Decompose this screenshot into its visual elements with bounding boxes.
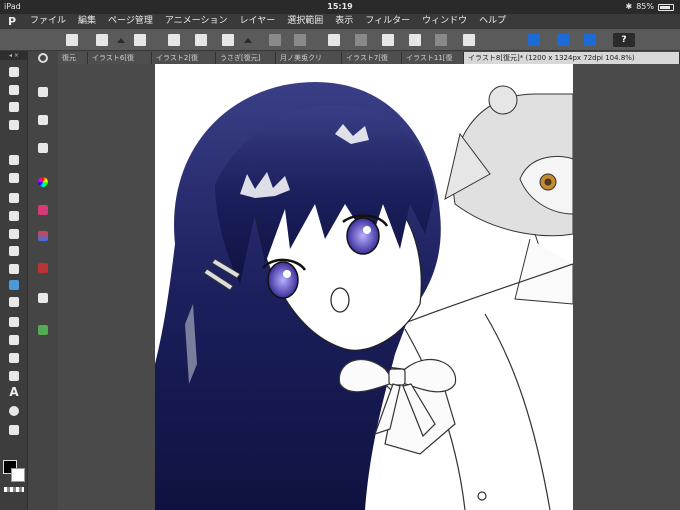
fill-tool-icon[interactable] (7, 295, 21, 309)
zoom-tool-icon[interactable] (7, 65, 21, 79)
correct-line-tool-icon[interactable] (7, 423, 21, 437)
eyedropper-tool-icon[interactable] (7, 153, 21, 167)
move-tool-icon[interactable] (7, 100, 21, 114)
hand-tool-icon[interactable] (7, 83, 21, 97)
sub-color-swatch[interactable] (11, 468, 25, 482)
tab-restored[interactable]: 復元 (58, 52, 88, 64)
clear-icon[interactable] (353, 32, 369, 48)
frame-tool-icon[interactable] (7, 351, 21, 365)
menu-animation[interactable]: アニメーション (159, 14, 234, 29)
menu-layer[interactable]: レイヤー (234, 14, 282, 29)
undo-icon[interactable] (267, 32, 283, 48)
brush-tool-icon[interactable] (7, 209, 21, 223)
menu-filter[interactable]: フィルター (359, 14, 416, 29)
tool-palette: ◂ × A (0, 51, 58, 510)
layout-icon[interactable] (64, 32, 80, 48)
menu-bar: P ファイル 編集 ページ管理 アニメーション レイヤー 選択範囲 表示 フィル… (0, 14, 680, 29)
menu-selection[interactable]: 選択範囲 (281, 14, 329, 29)
pen-tool-icon[interactable] (7, 171, 21, 185)
menu-edit[interactable]: 編集 (72, 14, 102, 29)
layer-search-icon[interactable] (36, 323, 50, 337)
bluetooth-icon: ✱ (625, 2, 633, 11)
color-set-icon[interactable] (36, 203, 50, 217)
menu-window[interactable]: ウィンドウ (416, 14, 473, 29)
menu-view[interactable]: 表示 (329, 14, 359, 29)
tab-illust7[interactable]: イラスト7[復 (342, 52, 402, 64)
text-tool-icon[interactable]: A (7, 385, 21, 399)
navigator-icon[interactable] (36, 51, 50, 65)
artwork (155, 82, 573, 510)
crop-icon[interactable] (461, 32, 477, 48)
camera-icon[interactable] (94, 32, 110, 48)
transform-icon[interactable] (407, 32, 423, 48)
battery-percent: 85% (636, 2, 654, 11)
command-bar: ? (0, 29, 680, 51)
color-wheel-icon[interactable] (36, 175, 50, 189)
tab-illust11[interactable]: イラスト11[復 (402, 52, 464, 64)
brush-settings-icon[interactable] (582, 32, 598, 48)
gradient-tool-icon[interactable] (7, 315, 21, 329)
open-file-icon[interactable] (193, 32, 209, 48)
deselect-icon[interactable] (433, 32, 449, 48)
transparent-color-swatch[interactable] (4, 487, 24, 492)
pen-pressure-icon[interactable] (526, 32, 542, 48)
menu-help[interactable]: ヘルプ (473, 14, 512, 29)
quick-access-icon[interactable] (132, 32, 148, 48)
drawing-canvas[interactable] (155, 64, 573, 510)
figure-tool-icon[interactable] (7, 333, 21, 347)
arrow-up-down-icon-2[interactable] (240, 32, 256, 48)
airbrush-tool-icon[interactable] (7, 227, 21, 241)
status-time: 15:19 (327, 2, 353, 11)
tab-illust2[interactable]: イラスト2[復 (152, 52, 216, 64)
ruler-tool-icon[interactable] (7, 369, 21, 383)
decoration-tool-icon[interactable] (7, 244, 21, 258)
tab-illust8-active[interactable]: イラスト8[復元]* (1200 x 1324px 72dpi 104.8%) (464, 52, 680, 64)
eraser-tool-icon[interactable] (7, 262, 21, 276)
sub-tool-1-icon[interactable] (36, 85, 50, 99)
redo-icon[interactable] (292, 32, 308, 48)
save-icon[interactable] (220, 32, 236, 48)
help-button[interactable]: ? (612, 32, 636, 48)
app-logo-icon[interactable]: P (0, 14, 24, 29)
sub-tool-3-icon[interactable] (36, 141, 50, 155)
status-bar: iPad 15:19 ✱ 85% (0, 0, 680, 14)
layer-property-icon[interactable] (36, 291, 50, 305)
tab-illust6[interactable]: イラスト6[復 (88, 52, 152, 64)
stabilizer-icon[interactable] (555, 32, 571, 48)
tab-tsukino[interactable]: 月ノ美兎クリ (276, 52, 342, 64)
canvas-area[interactable] (58, 64, 680, 510)
new-file-icon[interactable] (166, 32, 182, 48)
selection-tool-icon[interactable] (7, 118, 21, 132)
status-right: ✱ 85% (626, 0, 674, 14)
clip-studio-window: iPad 15:19 ✱ 85% P ファイル 編集 ページ管理 アニメーション… (0, 0, 680, 510)
sub-tool-2-icon[interactable] (36, 113, 50, 127)
loading-icon[interactable] (326, 32, 342, 48)
menu-file[interactable]: ファイル (24, 14, 72, 29)
color-slider-icon[interactable] (36, 229, 50, 243)
arrow-up-down-icon[interactable] (113, 32, 129, 48)
pencil-tool-icon[interactable] (7, 191, 21, 205)
menu-page[interactable]: ページ管理 (102, 14, 159, 29)
blend-tool-icon[interactable] (7, 278, 21, 292)
battery-fill (660, 5, 670, 9)
tab-usagi[interactable]: うさぎ[復元] (216, 52, 276, 64)
history-icon[interactable] (36, 261, 50, 275)
balloon-tool-icon[interactable] (7, 404, 21, 418)
secondary-character (444, 85, 573, 305)
eraser-icon[interactable] (380, 32, 396, 48)
battery-icon (658, 3, 674, 11)
tool-panel-tab[interactable]: ◂ × (0, 51, 28, 60)
mouth (330, 287, 350, 313)
document-tabs: 復元 イラスト6[復 イラスト2[復 うさぎ[復元] 月ノ美兎クリ イラスト7[… (58, 52, 680, 64)
